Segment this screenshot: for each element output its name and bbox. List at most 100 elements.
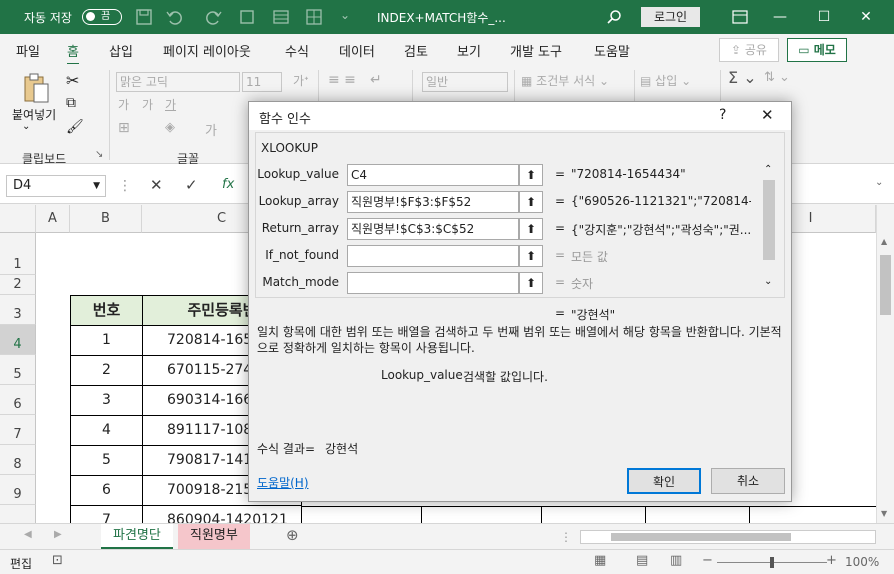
normal-view-icon[interactable]: ▦ bbox=[594, 553, 606, 568]
login-button[interactable]: 로그인 bbox=[641, 7, 700, 27]
dialog-help-button[interactable]: ? bbox=[719, 107, 726, 123]
comment-icon: ▭ bbox=[798, 43, 814, 57]
sheet-tab-dispatch[interactable]: 파견명단 bbox=[101, 524, 173, 549]
format-painter-icon[interactable]: 🖌 bbox=[66, 119, 84, 135]
collapse-dialog-icon[interactable]: ⬆ bbox=[519, 218, 543, 240]
arg-input[interactable]: C4 bbox=[347, 164, 519, 186]
add-sheet-icon[interactable]: ⊕ bbox=[286, 526, 299, 544]
expand-formula-bar-icon[interactable]: ⌄ bbox=[875, 177, 883, 188]
dialog-launcher-icon[interactable]: ↘ bbox=[95, 149, 103, 160]
chevron-up-icon[interactable]: ⌃ bbox=[764, 164, 772, 175]
hscroll-thumb[interactable] bbox=[611, 533, 791, 541]
zoom-in-icon[interactable]: + bbox=[826, 553, 837, 568]
paste-icon[interactable] bbox=[22, 72, 50, 104]
customize-qat-icon[interactable]: ⌄ bbox=[340, 8, 350, 22]
collapse-dialog-icon[interactable]: ⬆ bbox=[519, 245, 543, 267]
dialog-close-button[interactable]: ✕ bbox=[761, 106, 774, 124]
share-button[interactable]: ⇪ 공유 bbox=[719, 38, 779, 62]
sheet-tab-staff[interactable]: 직원명부 bbox=[178, 524, 250, 549]
table-cell-number[interactable]: 6 bbox=[70, 476, 143, 506]
tab-file[interactable]: 파일 bbox=[16, 41, 40, 60]
close-window-button[interactable]: ✕ bbox=[851, 6, 881, 28]
tab-home[interactable]: 홈 bbox=[67, 41, 79, 66]
row-header-9[interactable]: 9 bbox=[0, 475, 36, 505]
memo-button[interactable]: ▭ 메모 bbox=[787, 38, 847, 62]
ok-button[interactable]: 확인 bbox=[627, 468, 701, 494]
next-sheet-icon[interactable]: ▶ bbox=[54, 529, 62, 540]
tab-insert[interactable]: 삽입 bbox=[109, 41, 133, 60]
ribbon-display-icon[interactable] bbox=[732, 10, 748, 24]
collapse-dialog-icon[interactable]: ⬆ bbox=[519, 164, 543, 186]
collapse-dialog-icon[interactable]: ⬆ bbox=[519, 191, 543, 213]
table-icon[interactable] bbox=[272, 8, 290, 26]
row-header-2[interactable]: 2 bbox=[0, 275, 36, 295]
help-link[interactable]: 도움말(H) bbox=[257, 474, 309, 491]
column-header-a[interactable]: A bbox=[36, 205, 70, 233]
row-header-1[interactable]: 1 bbox=[0, 233, 36, 275]
paste-label[interactable]: 붙여넣기 bbox=[12, 106, 56, 123]
row-header-7[interactable]: 7 bbox=[0, 415, 36, 445]
cancel-entry-icon[interactable]: ✕ bbox=[150, 176, 163, 194]
vertical-scrollbar[interactable]: ▲ ▼ bbox=[876, 205, 894, 523]
row-header-4[interactable]: 4 bbox=[0, 325, 36, 355]
table-cell-number[interactable]: 2 bbox=[70, 356, 143, 386]
autosave-toggle[interactable]: 끔 bbox=[82, 9, 122, 25]
row-header-5[interactable]: 5 bbox=[0, 355, 36, 385]
grid-icon[interactable] bbox=[305, 8, 323, 26]
column-header-b[interactable]: B bbox=[70, 205, 142, 233]
chevron-down-icon[interactable]: ⌄ bbox=[764, 276, 772, 287]
zoom-level[interactable]: 100% bbox=[845, 555, 879, 569]
table-cell-rrn[interactable]: 860904-1420121 bbox=[142, 506, 302, 523]
tab-review[interactable]: 검토 bbox=[404, 41, 428, 60]
bold-icon: 가 bbox=[118, 98, 130, 112]
row-header-6[interactable]: 6 bbox=[0, 385, 36, 415]
zoom-slider-thumb[interactable] bbox=[770, 557, 774, 568]
insert-function-icon[interactable]: fx bbox=[222, 177, 234, 192]
arg-input[interactable] bbox=[347, 245, 519, 267]
name-box[interactable]: D4 ▼ bbox=[6, 175, 106, 197]
horizontal-scrollbar[interactable] bbox=[580, 530, 876, 544]
tab-help[interactable]: 도움말 bbox=[594, 41, 630, 60]
page-layout-view-icon[interactable]: ▤ bbox=[636, 553, 648, 568]
save-icon[interactable] bbox=[135, 8, 153, 26]
table-cell-number[interactable]: 1 bbox=[70, 326, 143, 356]
scroll-up-icon[interactable]: ▲ bbox=[881, 237, 887, 246]
arg-input[interactable]: 직원명부!$F$3:$F$52 bbox=[347, 191, 519, 213]
redo-icon[interactable] bbox=[205, 8, 223, 26]
insert-cells-button: ▤ 삽입 ⌄ bbox=[640, 74, 692, 88]
scroll-down-icon[interactable]: ▼ bbox=[881, 509, 887, 518]
table-cell-number[interactable]: 4 bbox=[70, 416, 143, 446]
table-cell-number[interactable]: 5 bbox=[70, 446, 143, 476]
page-break-view-icon[interactable]: ▥ bbox=[670, 553, 682, 568]
search-icon[interactable] bbox=[606, 9, 622, 25]
tab-page-layout[interactable]: 페이지 레이아웃 bbox=[163, 41, 251, 60]
maximize-button[interactable]: ☐ bbox=[809, 6, 839, 28]
tab-data[interactable]: 데이터 bbox=[339, 41, 375, 60]
prev-sheet-icon[interactable]: ◀ bbox=[24, 529, 32, 540]
cut-icon[interactable]: ✂ bbox=[66, 71, 79, 90]
select-all-corner[interactable] bbox=[0, 205, 36, 233]
scrollbar-thumb[interactable] bbox=[763, 180, 775, 260]
touch-mode-icon[interactable] bbox=[238, 8, 256, 26]
zoom-out-icon[interactable]: − bbox=[702, 553, 713, 568]
scrollbar-thumb[interactable] bbox=[880, 255, 891, 315]
accessibility-icon[interactable]: ⊡ bbox=[52, 553, 63, 568]
cancel-button[interactable]: 취소 bbox=[711, 468, 785, 494]
collapse-dialog-icon[interactable]: ⬆ bbox=[519, 272, 543, 294]
paste-dropdown-icon[interactable]: ⌄ bbox=[22, 121, 30, 132]
row-header-3[interactable]: 3 bbox=[0, 295, 36, 325]
undo-icon[interactable] bbox=[165, 8, 183, 26]
table-cell-number[interactable]: 3 bbox=[70, 386, 143, 416]
confirm-entry-icon[interactable]: ✓ bbox=[185, 176, 198, 194]
row-header-10[interactable] bbox=[0, 505, 36, 523]
arg-input[interactable] bbox=[347, 272, 519, 294]
row-header-8[interactable]: 8 bbox=[0, 445, 36, 475]
arg-input[interactable]: 직원명부!$C$3:$C$52 bbox=[347, 218, 519, 240]
copy-icon[interactable]: ⧉ bbox=[66, 95, 76, 111]
tab-developer[interactable]: 개발 도구 bbox=[510, 41, 562, 60]
minimize-button[interactable]: — bbox=[765, 6, 795, 28]
table-cell-number[interactable]: 7 bbox=[70, 506, 143, 523]
args-scrollbar[interactable]: ⌃ ⌄ bbox=[761, 164, 777, 294]
tab-view[interactable]: 보기 bbox=[457, 41, 481, 60]
tab-formulas[interactable]: 수식 bbox=[285, 41, 309, 60]
